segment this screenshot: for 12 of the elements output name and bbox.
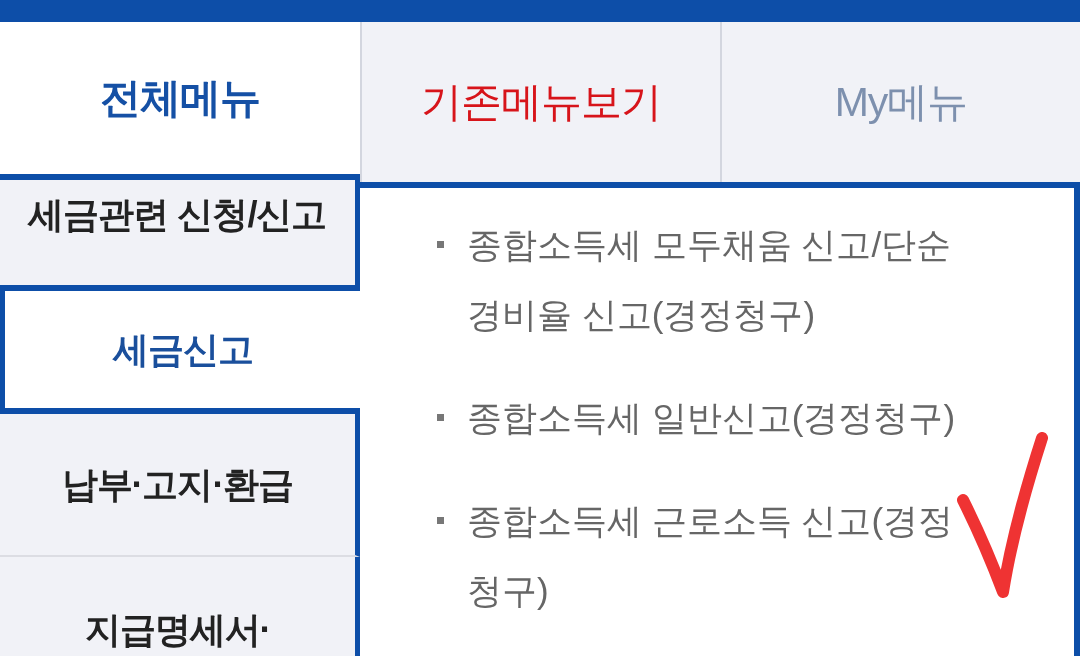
sidebar-item[interactable]: 세금신고 (0, 291, 360, 414)
bullet-icon (437, 517, 444, 524)
bullet-icon (437, 414, 444, 421)
sidebar-item[interactable]: 납부·고지·환급 (0, 414, 360, 557)
sidebar-item[interactable]: 지급명세서· (0, 557, 360, 656)
bullet-icon (437, 241, 444, 248)
handwritten-check-icon (957, 432, 1048, 598)
submenu-link[interactable]: 종합소득세 근로소득 신고(경정청구) (467, 486, 972, 626)
submenu-link[interactable]: 종합소득세 일반신고(경정청구) (467, 383, 972, 453)
menu-tab[interactable]: 기존메뉴보기 (360, 22, 720, 182)
submenu-link[interactable]: 종합소득세 모두채움 신고/단순 경비율 신고(경정청구) (467, 210, 972, 350)
sidebar-item[interactable]: 세금관련 신청/신고 (0, 174, 360, 291)
